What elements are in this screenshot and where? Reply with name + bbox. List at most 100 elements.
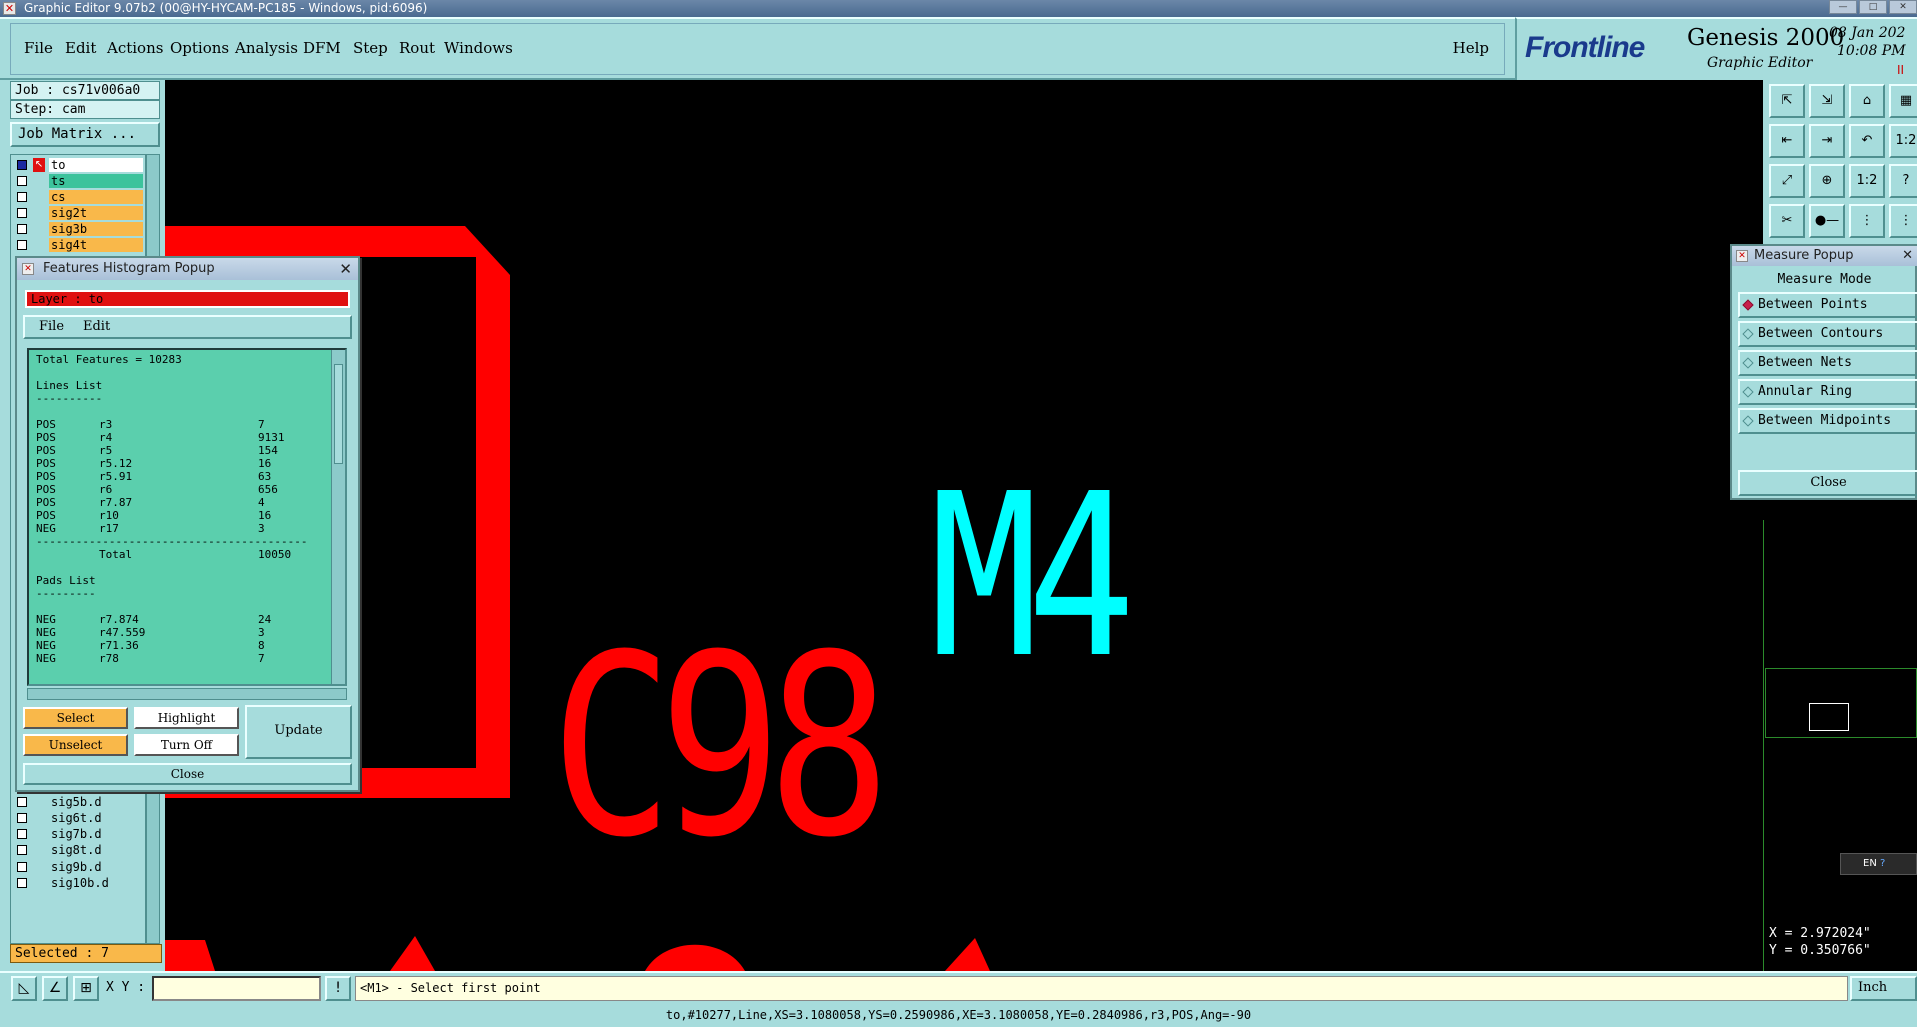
- layer-checkbox[interactable]: [17, 845, 27, 856]
- select-button[interactable]: Select: [23, 707, 128, 729]
- layer-checkbox[interactable]: [17, 877, 27, 888]
- layer-checkbox[interactable]: [17, 240, 27, 250]
- histogram-menu-edit[interactable]: Edit: [83, 317, 110, 337]
- menu-analysis[interactable]: Analysis: [235, 39, 298, 57]
- layer-row[interactable]: ↖ to: [11, 157, 145, 173]
- menu-rout[interactable]: Rout: [399, 39, 435, 57]
- cursor-coords: X = 2.972024" Y = 0.350766": [1765, 925, 1917, 963]
- histogram-vscroll[interactable]: [331, 350, 345, 684]
- layer-row[interactable]: sig6t.d: [11, 810, 145, 826]
- menu-dfm[interactable]: DFM: [303, 39, 341, 57]
- layer-row[interactable]: sig3b: [11, 221, 145, 237]
- histogram-hscroll[interactable]: [27, 688, 347, 700]
- pan-right-icon[interactable]: ⇥: [1809, 124, 1845, 158]
- help-icon[interactable]: ?: [1889, 164, 1917, 198]
- home-icon[interactable]: ⌂: [1849, 84, 1885, 118]
- job-matrix-button[interactable]: Job Matrix ...: [10, 122, 160, 147]
- grid-icon[interactable]: ▦: [1889, 84, 1917, 118]
- measure-close-button[interactable]: Close: [1738, 470, 1917, 496]
- turn-off-button[interactable]: Turn Off: [134, 734, 239, 756]
- tools-icon[interactable]: ✂: [1769, 204, 1805, 238]
- layer-checkbox[interactable]: [17, 208, 27, 218]
- unselect-button[interactable]: Unselect: [23, 734, 128, 756]
- zoom-out-icon[interactable]: ⇲: [1809, 84, 1845, 118]
- measure-option[interactable]: Between Contours: [1738, 321, 1917, 347]
- logo-prefix: F: [1525, 31, 1543, 64]
- center-icon[interactable]: ⊕: [1809, 164, 1845, 198]
- snap-icon[interactable]: ◺: [11, 976, 37, 1001]
- menu-windows[interactable]: Windows: [444, 39, 513, 57]
- close-window-button[interactable]: ✕: [1889, 0, 1917, 14]
- histogram-cell: r4: [99, 431, 113, 444]
- unit-selector[interactable]: Inch: [1850, 976, 1917, 1001]
- layer-row[interactable]: sig5b.d: [11, 794, 145, 810]
- layer-checkbox[interactable]: [17, 829, 27, 840]
- layer-row[interactable]: sig9b.d: [11, 859, 145, 875]
- input-method-bar[interactable]: EN ?: [1840, 853, 1917, 875]
- histogram-cell: Total Features = 10283: [36, 353, 182, 366]
- measure-option-label: Between Points: [1758, 297, 1868, 312]
- histogram-cell: NEG: [36, 652, 56, 665]
- scroll-thumb[interactable]: [334, 364, 343, 464]
- layer-row[interactable]: sig2t: [11, 205, 145, 221]
- layer-row[interactable]: ts: [11, 173, 145, 189]
- layer-row[interactable]: sig10b.d: [11, 875, 145, 891]
- help-icon[interactable]: ?: [1880, 858, 1885, 869]
- measure-option[interactable]: Between Points: [1738, 292, 1917, 318]
- layer-checkbox[interactable]: [17, 861, 27, 872]
- menu-step[interactable]: Step: [353, 39, 388, 57]
- layers-icon[interactable]: ⋮: [1889, 204, 1917, 238]
- right-lower-panel: [1763, 520, 1917, 971]
- exclaim-icon[interactable]: !: [325, 976, 351, 1001]
- menu-edit[interactable]: Edit: [65, 39, 96, 57]
- measure-option[interactable]: Between Nets: [1738, 350, 1917, 376]
- minimap-frame: [1809, 703, 1849, 731]
- histogram-row: NEG r71.36 8: [36, 639, 326, 652]
- measure-option[interactable]: Annular Ring: [1738, 379, 1917, 405]
- graphic-canvas[interactable]: M4 C98: [165, 80, 1765, 971]
- pan-left-icon[interactable]: ⇤: [1769, 124, 1805, 158]
- histogram-cell: NEG: [36, 522, 56, 535]
- layer-checkbox[interactable]: [17, 160, 27, 170]
- radio-diamond-icon: [1742, 415, 1754, 427]
- layer-row[interactable]: sig4t: [11, 237, 145, 253]
- close-icon[interactable]: ✕: [339, 258, 352, 280]
- layer-checkbox[interactable]: [17, 224, 27, 234]
- menu-actions[interactable]: Actions: [107, 39, 163, 57]
- histogram-row: Total 10050: [36, 548, 326, 561]
- net-icon[interactable]: ●—: [1809, 204, 1845, 238]
- maximize-button[interactable]: □: [1859, 0, 1887, 14]
- layer-name: to: [49, 158, 143, 172]
- layer-row[interactable]: sig7b.d: [11, 826, 145, 842]
- histogram-cell: ----------: [36, 392, 103, 405]
- layer-checkbox[interactable]: [17, 796, 27, 807]
- fit-icon[interactable]: ⤢: [1769, 164, 1805, 198]
- highlight-button[interactable]: Highlight: [134, 707, 239, 729]
- layer-checkbox[interactable]: [17, 176, 27, 186]
- menu-file[interactable]: File: [24, 39, 53, 57]
- update-button[interactable]: Update: [245, 705, 352, 759]
- step-label: Step: cam: [10, 100, 160, 119]
- layer-checkbox[interactable]: [17, 813, 27, 823]
- ratio-icon[interactable]: 1:2: [1849, 164, 1885, 198]
- measure-option[interactable]: Between Midpoints: [1738, 408, 1917, 434]
- histogram-row: POS r5.91 63: [36, 470, 326, 483]
- grid-icon[interactable]: ⊞: [73, 976, 99, 1001]
- zoom-home-icon[interactable]: ⇱: [1769, 84, 1805, 118]
- snap-icon[interactable]: ⋮: [1849, 204, 1885, 238]
- layer-row[interactable]: cs: [11, 189, 145, 205]
- menu-help[interactable]: Help: [1453, 39, 1489, 57]
- xy-input[interactable]: [152, 976, 321, 1001]
- layer-checkbox[interactable]: [17, 192, 27, 202]
- minimap[interactable]: [1765, 668, 1917, 738]
- histogram-cell: 8: [258, 639, 265, 652]
- undo-icon[interactable]: ↶: [1849, 124, 1885, 158]
- angle-icon[interactable]: ∠: [42, 976, 68, 1001]
- scale-icon[interactable]: 1:2: [1889, 124, 1917, 158]
- histogram-menu-file[interactable]: File: [39, 317, 64, 337]
- layer-row[interactable]: sig8t.d: [11, 842, 145, 858]
- close-icon[interactable]: ✕: [1902, 246, 1913, 266]
- minimize-button[interactable]: —: [1829, 0, 1857, 14]
- histogram-close-button[interactable]: Close: [23, 763, 352, 785]
- menu-options[interactable]: Options: [170, 39, 229, 57]
